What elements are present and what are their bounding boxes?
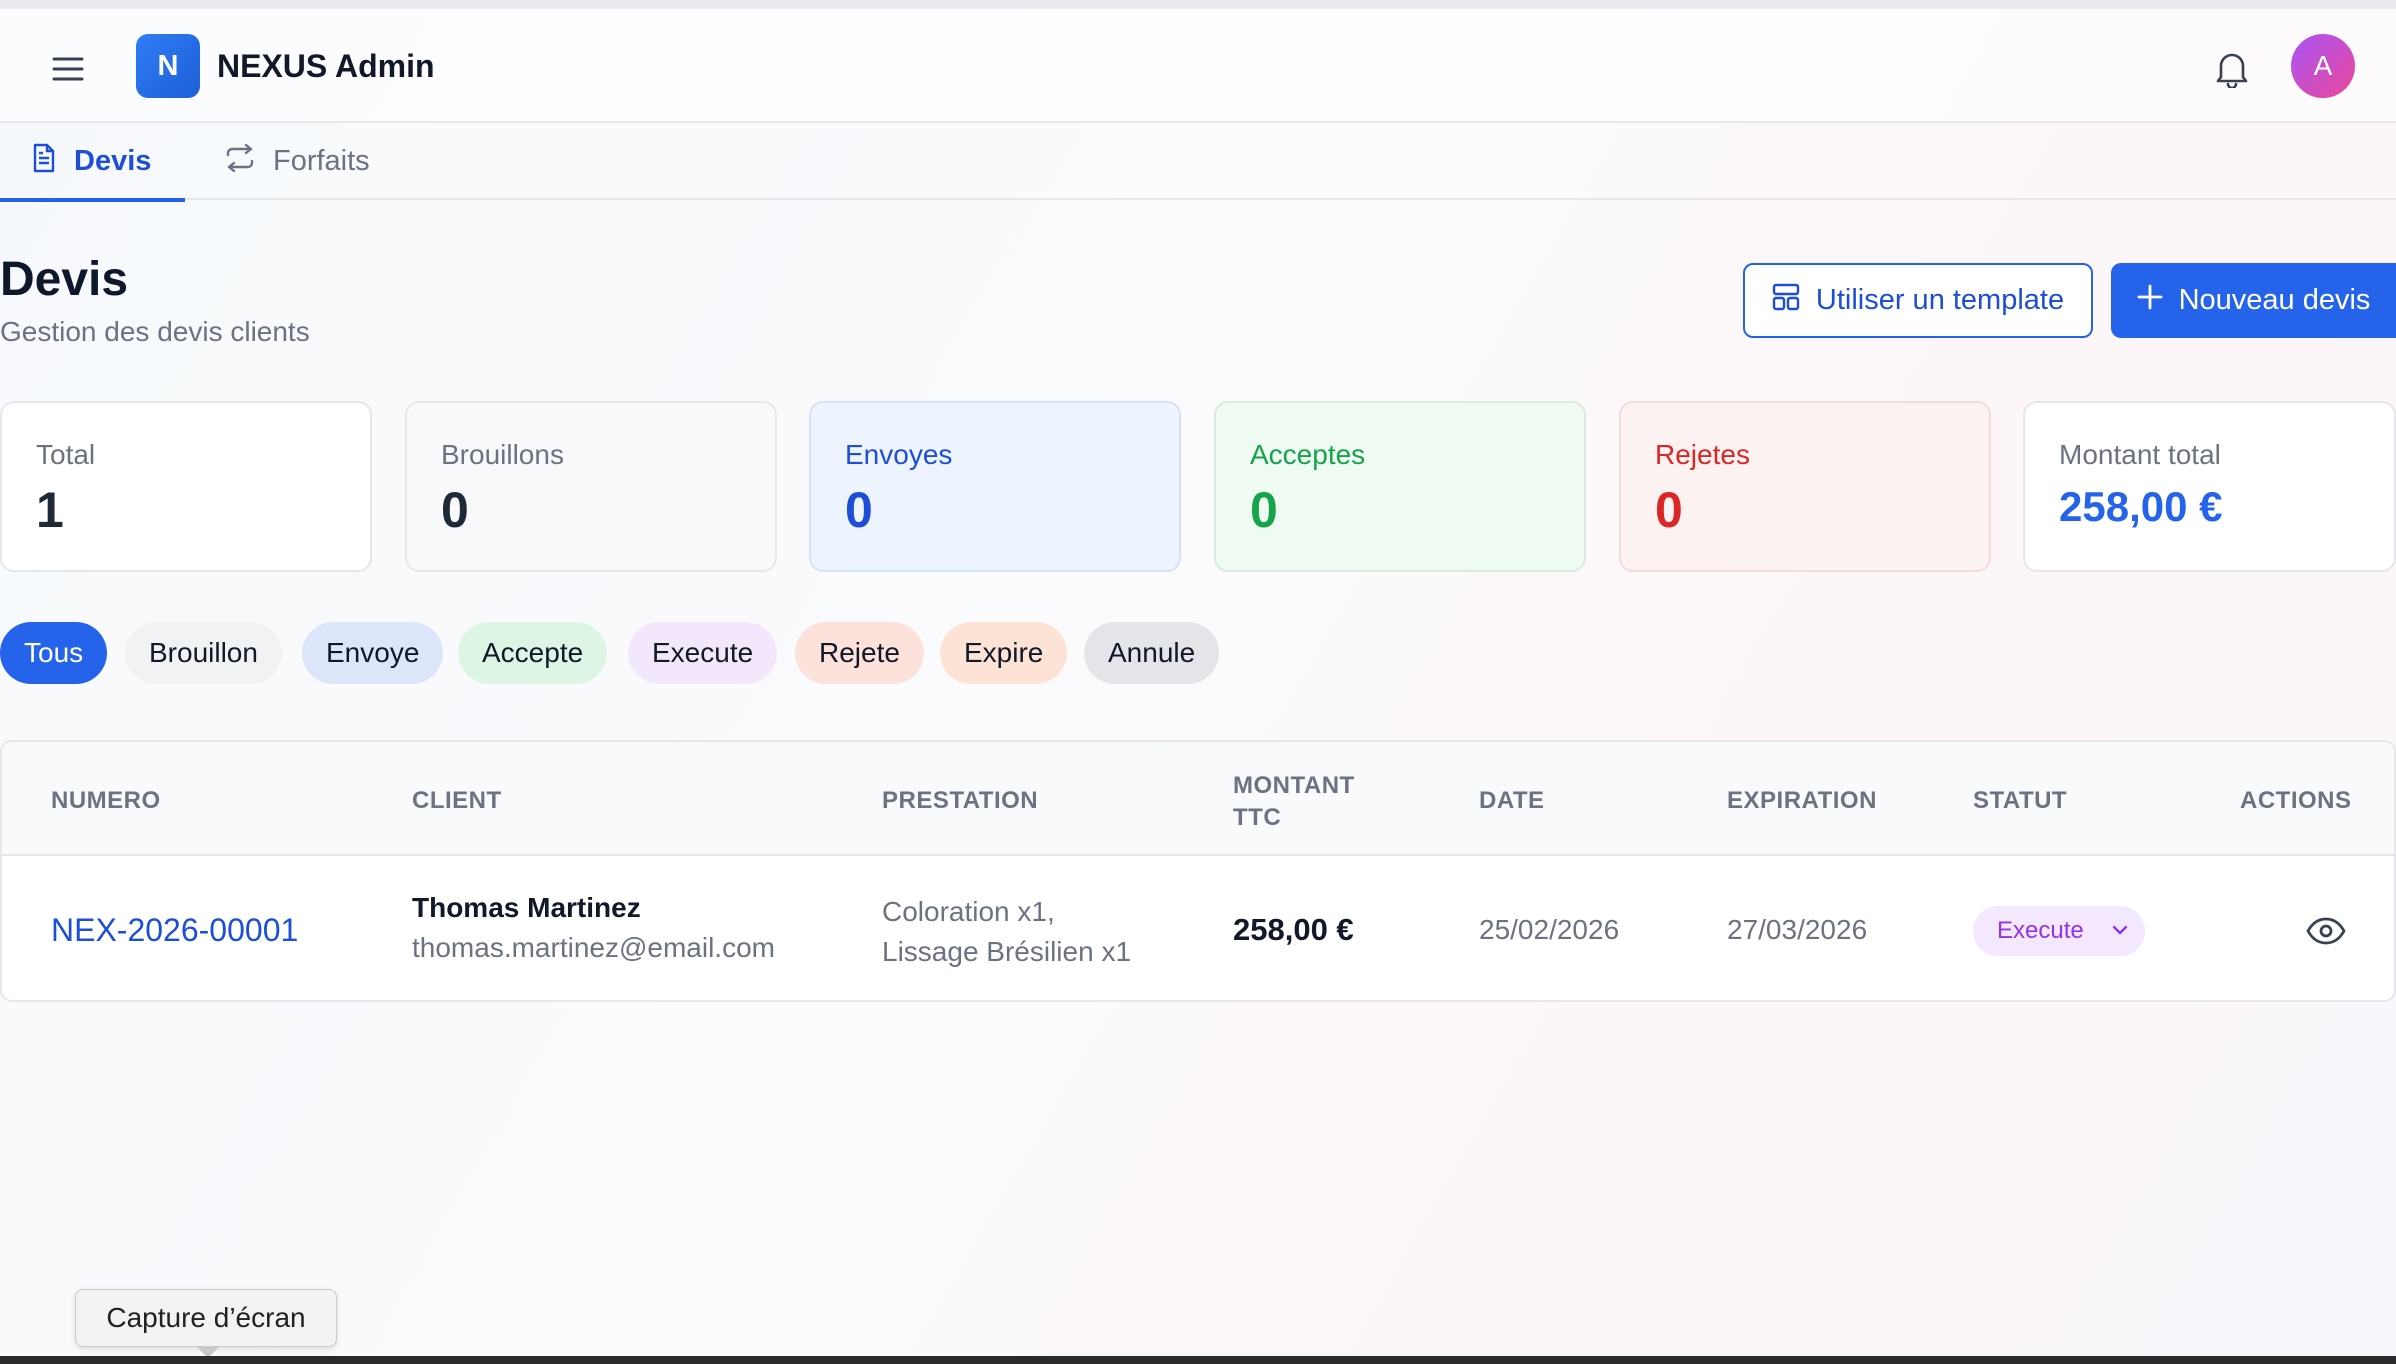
tab-label: Devis	[74, 145, 152, 177]
filter-all[interactable]: Tous	[0, 622, 108, 684]
stat-value: 1	[36, 482, 64, 538]
stat-label: Acceptes	[1250, 439, 1366, 470]
stat-card-accepted: Acceptes 0	[1214, 401, 1586, 572]
column-header-line: MONTANT	[1233, 772, 1355, 799]
stat-card-rejected: Rejetes 0	[1619, 401, 1991, 572]
filter-cancelled[interactable]: Annule	[1084, 622, 1220, 684]
tab-label: Forfaits	[273, 145, 370, 177]
tab-bar: Devis Forfaits	[0, 123, 2396, 202]
bell-icon[interactable]	[2208, 45, 2256, 93]
app-title: NEXUS Admin	[217, 48, 435, 84]
stat-value: 0	[1250, 482, 1278, 538]
new-quote-button[interactable]: Nouveau devis	[2111, 263, 2396, 338]
column-header-client[interactable]: CLIENT	[412, 787, 502, 815]
stat-card-amount: Montant total 258,00 €	[2023, 401, 2396, 572]
window-top-strip	[0, 0, 2396, 9]
stat-card-drafts: Brouillons 0	[405, 401, 777, 572]
expiration-cell: 27/03/2026	[1727, 914, 1868, 945]
prestation-line: Coloration x1,	[882, 896, 1055, 927]
template-icon	[1772, 283, 1800, 319]
tab-devis[interactable]: Devis	[0, 123, 185, 202]
stat-value: 0	[441, 482, 469, 538]
column-header-montant[interactable]: MONTANT TTC	[1233, 770, 1373, 834]
stat-card-total: Total 1	[0, 401, 372, 572]
column-header-numero[interactable]: NUMERO	[51, 787, 161, 815]
column-header-expiration[interactable]: EXPIRATION	[1727, 787, 1877, 815]
window-bottom-strip	[0, 1356, 2396, 1364]
stat-label: Rejetes	[1655, 439, 1750, 470]
column-header-prestation[interactable]: PRESTATION	[882, 787, 1038, 815]
stat-label: Montant total	[2059, 439, 2221, 470]
use-template-label: Utiliser un template	[1815, 284, 2065, 316]
date-cell: 25/02/2026	[1479, 914, 1620, 945]
chevron-down-icon	[2109, 919, 2131, 948]
screenshot-tooltip: Capture d’écran	[75, 1289, 337, 1347]
filter-expired[interactable]: Expire	[940, 622, 1068, 684]
table-row: NEX-2026-00001 Thomas Martinez thomas.ma…	[2, 856, 2394, 1000]
prestation-line: Lissage Brésilien x1	[882, 936, 1132, 967]
app-logo: N	[136, 34, 200, 98]
use-template-button[interactable]: Utiliser un template	[1743, 263, 2093, 338]
eye-icon[interactable]	[2304, 909, 2348, 953]
table-header: NUMERO CLIENT PRESTATION MONTANT TTC DAT…	[2, 742, 2394, 856]
menu-icon[interactable]	[44, 45, 92, 93]
stat-value: 0	[845, 482, 873, 538]
quotes-table: NUMERO CLIENT PRESTATION MONTANT TTC DAT…	[0, 740, 2396, 1002]
status-select[interactable]: Execute	[1973, 906, 2145, 956]
avatar[interactable]: A	[2291, 34, 2355, 98]
page-title: Devis	[0, 253, 129, 306]
amount-cell: 258,00 €	[1233, 912, 1354, 947]
repeat-icon	[225, 143, 255, 180]
quote-number-link[interactable]: NEX-2026-00001	[51, 912, 298, 949]
stat-value: 0	[1655, 482, 1683, 538]
page-subtitle: Gestion des devis clients	[0, 316, 310, 347]
stat-value: 258,00 €	[2059, 483, 2223, 530]
filter-draft[interactable]: Brouillon	[125, 622, 282, 684]
prestation-cell: Coloration x1, Lissage Brésilien x1	[882, 892, 1202, 972]
column-header-statut[interactable]: STATUT	[1973, 787, 2067, 815]
column-header-actions: ACTIONS	[2240, 787, 2352, 814]
stat-label: Envoyes	[845, 439, 953, 470]
tab-forfaits[interactable]: Forfaits	[225, 123, 370, 200]
document-icon	[32, 143, 56, 181]
client-email: thomas.martinez@email.com	[412, 932, 775, 963]
new-quote-label: Nouveau devis	[2178, 284, 2371, 316]
client-name: Thomas Martinez	[412, 892, 641, 923]
app-header: N NEXUS Admin A	[0, 9, 2396, 123]
stat-card-sent: Envoyes 0	[809, 401, 1181, 572]
stat-label: Brouillons	[441, 439, 564, 470]
filter-rejected[interactable]: Rejete	[795, 622, 924, 684]
filter-sent[interactable]: Envoye	[302, 622, 444, 684]
stat-label: Total	[36, 439, 96, 470]
filter-accepted[interactable]: Accepte	[458, 622, 608, 684]
column-header-date[interactable]: DATE	[1479, 787, 1545, 815]
plus-icon	[2137, 284, 2163, 318]
filter-executed[interactable]: Execute	[628, 622, 778, 684]
column-header-line: TTC	[1233, 804, 1282, 831]
status-label: Execute	[1997, 917, 2084, 944]
